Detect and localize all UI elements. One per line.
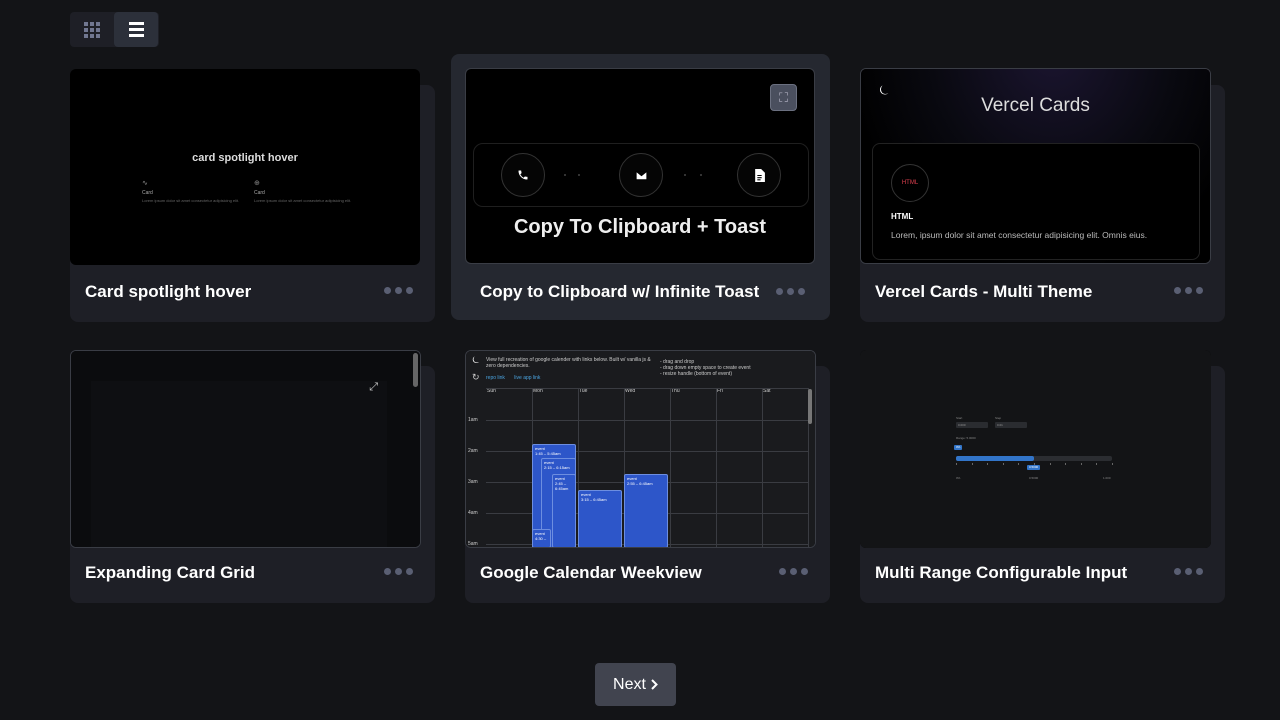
phone-button[interactable] <box>501 153 545 197</box>
divider-dot <box>700 174 702 176</box>
preview-item-title: Card <box>142 190 153 196</box>
mail-icon <box>635 170 647 180</box>
document-icon <box>754 168 765 182</box>
range-tick <box>1002 463 1004 465</box>
range-tick <box>1049 463 1051 465</box>
calendar-event[interactable]: event 3:15 – 6:45am <box>578 490 622 547</box>
range-label: Range: 5.0000 <box>956 436 976 440</box>
step-label: Step <box>995 416 1002 420</box>
step-input[interactable]: 0.01 <box>995 422 1027 428</box>
card-title[interactable]: Card spotlight hover <box>85 282 251 302</box>
preview-heading: card spotlight hover <box>192 152 298 164</box>
card-preview[interactable]: Start Step 0.000 0.01 Range: 5.0000 0% 0… <box>860 350 1211 548</box>
card-title[interactable]: Expanding Card Grid <box>85 563 255 583</box>
calendar-event[interactable]: event 4:30 – <box>532 529 551 547</box>
divider-dot <box>684 174 686 176</box>
card-preview[interactable]: ⏾ ↻ View full recreation of google calen… <box>465 350 816 548</box>
range-tick <box>1065 463 1067 465</box>
low-tooltip: 0% <box>954 445 963 450</box>
start-input[interactable]: 0.000 <box>956 422 988 428</box>
range-tick <box>987 463 989 465</box>
scrollbar[interactable] <box>413 353 418 387</box>
vercel-card-text: Lorem, ipsum dolor sit amet consectetur … <box>891 230 1148 240</box>
range-tick <box>956 463 957 465</box>
card-title[interactable]: Multi Range Configurable Input <box>875 563 1127 583</box>
list-icon <box>128 22 144 37</box>
axis-label: 0% <box>956 476 961 480</box>
range-fill <box>956 456 1034 461</box>
project-card[interactable]: ⛶ Copy To Clipboard + Toast Copy to Clip… <box>451 54 830 320</box>
moon-icon[interactable]: ⏾ <box>472 355 480 366</box>
list-view-button[interactable] <box>114 12 158 47</box>
expand-icon[interactable]: ⤢ <box>369 381 378 394</box>
start-label: Start <box>956 416 963 420</box>
next-button[interactable]: Next <box>595 663 676 706</box>
expand-icon[interactable]: ⛶ <box>770 84 797 111</box>
range-tick <box>1018 463 1020 465</box>
calendar-note: - resize handle (bottom of event) <box>660 371 732 377</box>
project-card[interactable]: ⤢ Expanding Card Grid <box>70 350 435 603</box>
grid-icon <box>84 21 100 38</box>
high-tooltip: 0.5000 <box>1027 465 1041 470</box>
refresh-icon[interactable]: ↻ <box>472 372 480 383</box>
vercel-card-title: HTML <box>891 212 914 221</box>
time-label: 1am <box>468 417 478 423</box>
vercel-card: HTML HTML Lorem, ipsum dolor sit amet co… <box>872 143 1200 260</box>
more-options-button[interactable] <box>384 287 413 294</box>
calendar-grid[interactable]: Sun Mon Tue Wed Thu Fri Sat 1am 2am 3am … <box>468 388 809 547</box>
time-label: 2am <box>468 448 478 454</box>
activity-icon: ∿ <box>142 180 148 187</box>
preview-item-text: Lorem ipsum dolor sit amet consectetur a… <box>142 198 240 203</box>
more-options-button[interactable] <box>1174 568 1203 575</box>
contact-panel <box>473 143 809 207</box>
chevron-right-icon <box>651 679 658 690</box>
view-toggle <box>70 12 159 47</box>
card-preview[interactable]: ⤢ <box>70 350 421 548</box>
calendar-event[interactable]: event 2:55 – 6:45am <box>624 474 668 547</box>
project-card[interactable]: Start Step 0.000 0.01 Range: 5.0000 0% 0… <box>860 350 1225 603</box>
phone-icon <box>518 170 528 180</box>
calendar-event[interactable]: event 2:45 – 6:45am <box>552 474 576 547</box>
range-tick <box>1112 463 1113 465</box>
repo-link[interactable]: repo link <box>486 375 505 381</box>
time-label: 3am <box>468 479 478 485</box>
range-tick <box>1034 463 1035 465</box>
divider-dot <box>578 174 580 176</box>
more-options-button[interactable] <box>779 568 808 575</box>
axis-label: 1.000 <box>1103 476 1111 480</box>
mail-button[interactable] <box>619 153 663 197</box>
document-button[interactable] <box>737 153 781 197</box>
more-options-button[interactable] <box>384 568 413 575</box>
preview-item-title: Card <box>254 190 265 196</box>
card-preview[interactable]: ⏾ Vercel Cards HTML HTML Lorem, ipsum do… <box>860 68 1211 264</box>
globe-icon: ⊕ <box>254 180 260 187</box>
divider-dot <box>564 174 566 176</box>
more-options-button[interactable] <box>1174 287 1203 294</box>
time-label: 5am <box>468 541 478 547</box>
html-badge: HTML <box>891 164 929 202</box>
next-label: Next <box>613 675 646 693</box>
time-label: 4am <box>468 510 478 516</box>
project-card[interactable]: ⏾ ↻ View full recreation of google calen… <box>465 350 830 603</box>
card-preview[interactable]: card spotlight hover ∿ Card Lorem ipsum … <box>70 69 420 265</box>
range-tick <box>1080 463 1082 465</box>
preview-item-text: Lorem ipsum dolor sit amet consectetur a… <box>254 198 352 203</box>
card-preview[interactable]: ⛶ Copy To Clipboard + Toast <box>465 68 815 264</box>
live-app-link[interactable]: live app link <box>514 375 540 381</box>
card-title[interactable]: Google Calendar Weekview <box>480 563 702 583</box>
card-title[interactable]: Copy to Clipboard w/ Infinite Toast <box>480 282 759 302</box>
preview-heading: Vercel Cards <box>981 95 1090 116</box>
project-card[interactable]: card spotlight hover ∿ Card Lorem ipsum … <box>70 69 435 322</box>
axis-label: 0.5000 <box>1029 476 1039 480</box>
card-title[interactable]: Vercel Cards - Multi Theme <box>875 282 1092 302</box>
range-tick <box>1096 463 1098 465</box>
grid-view-button[interactable] <box>70 12 114 47</box>
preview-heading: Copy To Clipboard + Toast <box>513 216 767 238</box>
scrollbar[interactable] <box>808 389 812 424</box>
more-options-button[interactable] <box>776 288 805 295</box>
project-card[interactable]: ⏾ Vercel Cards HTML HTML Lorem, ipsum do… <box>860 68 1225 322</box>
calendar-intro: View full recreation of google calender … <box>486 357 651 369</box>
range-tick <box>971 463 973 465</box>
